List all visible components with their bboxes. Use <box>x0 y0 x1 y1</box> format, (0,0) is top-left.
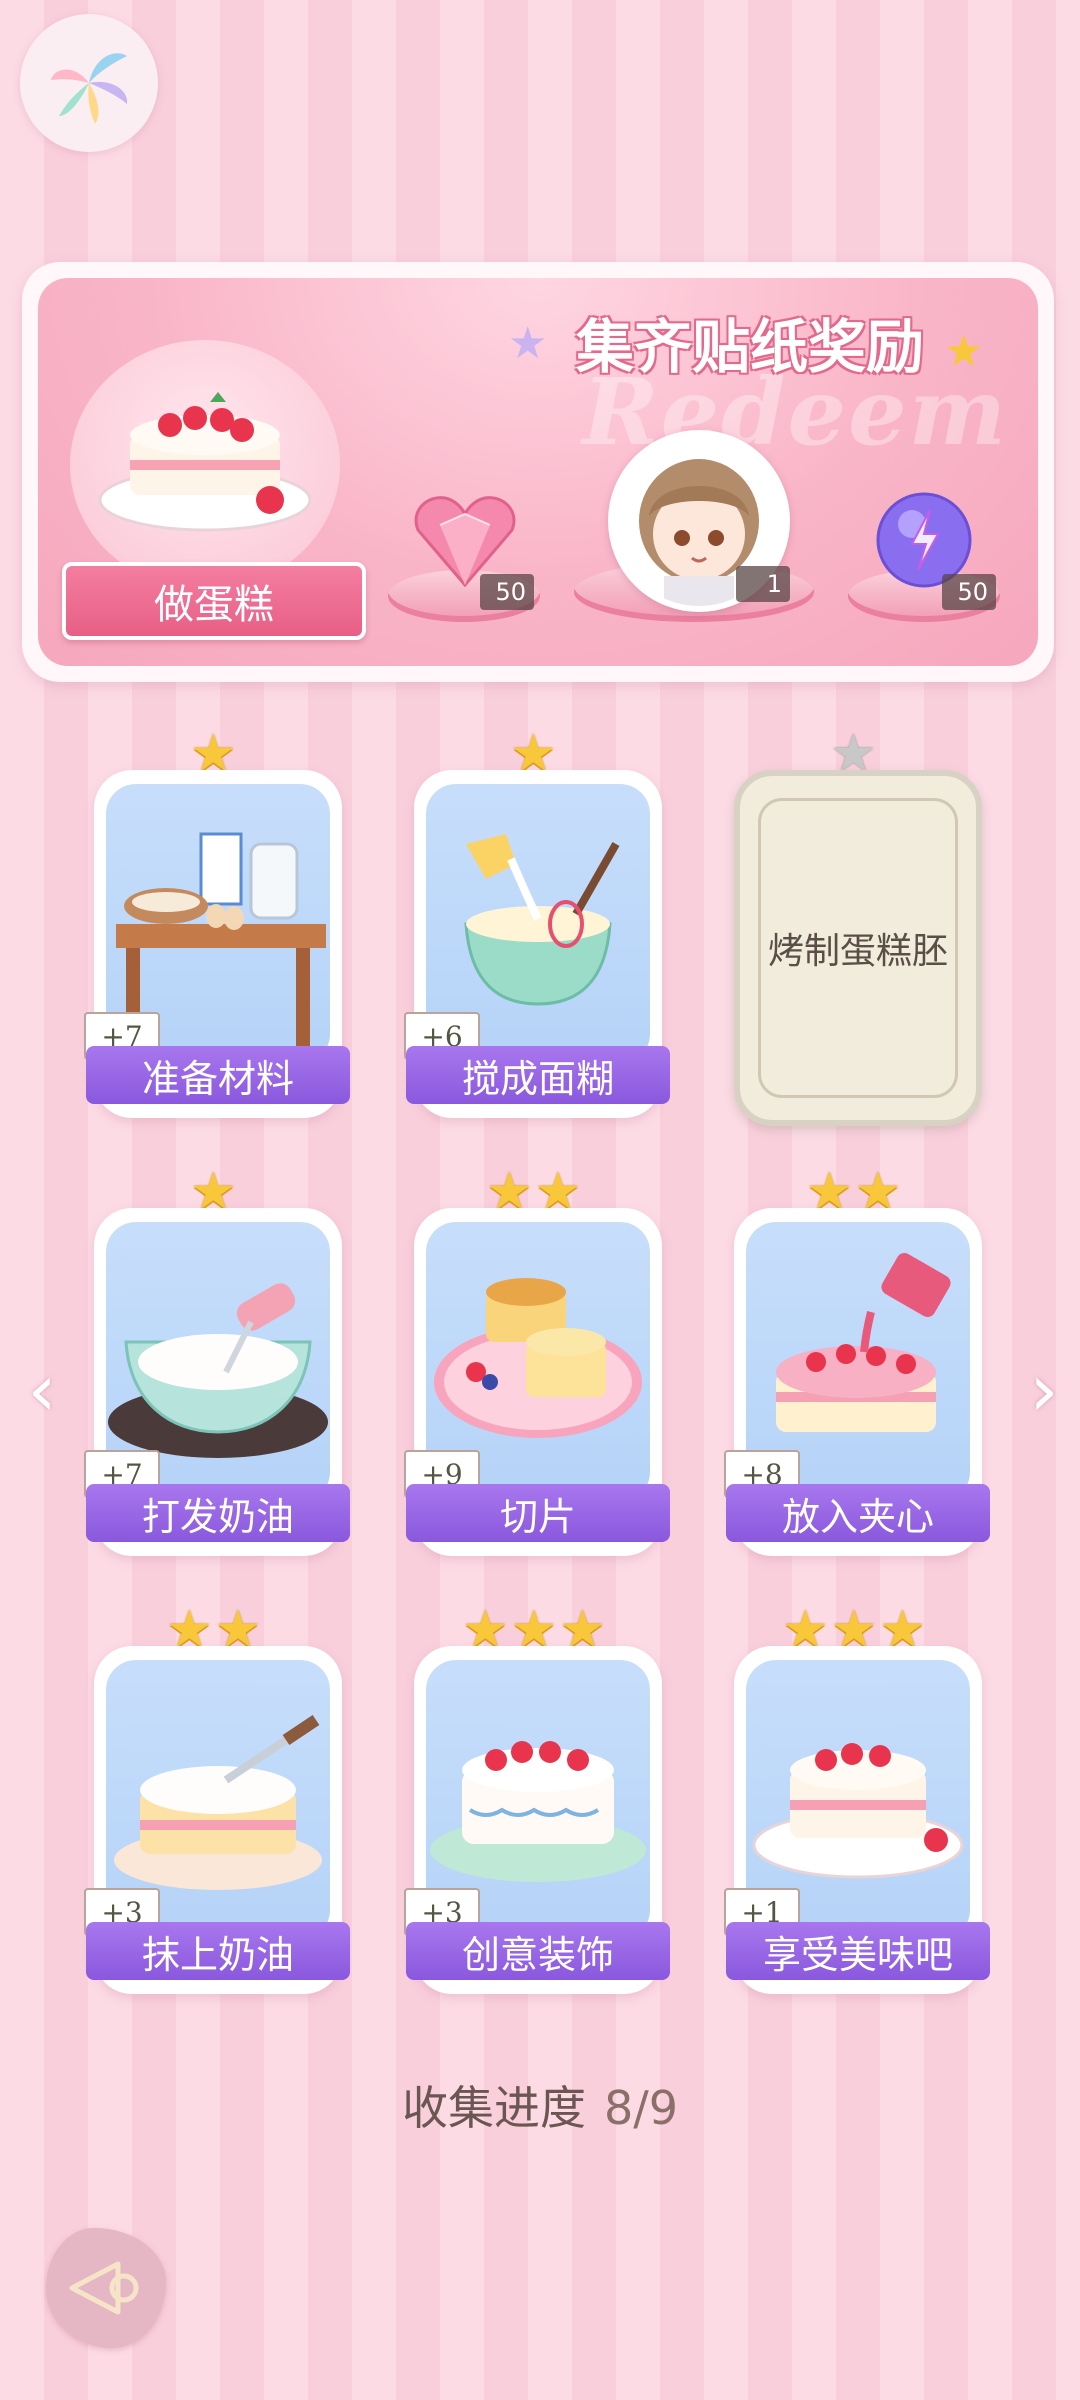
card-label: 抹上奶油 <box>86 1922 350 1980</box>
reward-count: 50 <box>942 574 996 610</box>
locked-card-label: 烤制蛋糕胚 <box>767 931 948 972</box>
card-label: 放入夹心 <box>726 1484 990 1542</box>
sticker-card[interactable]: +6 搅成面糊 <box>404 770 670 1118</box>
back-button[interactable] <box>46 2228 166 2348</box>
progress-label: 收集进度 <box>401 2081 586 2135</box>
sticker-card[interactable]: +8 放入夹心 <box>724 1208 990 1556</box>
pinwheel-logo-icon <box>51 53 128 124</box>
sticker-card[interactable]: +9 切片 <box>404 1208 670 1556</box>
strawberry-cake-icon <box>98 392 312 532</box>
reward-count: 1 <box>736 566 790 602</box>
banner-title: 集齐贴纸奖励 <box>575 313 924 381</box>
sticker-card[interactable]: +3 创意装饰 <box>404 1646 670 1994</box>
star-decoration-icon: ★ <box>944 326 984 377</box>
prev-page-chevron-icon[interactable]: ‹ <box>22 1348 62 1432</box>
cake-preview <box>70 340 340 590</box>
back-arrow-icon <box>69 2261 139 2315</box>
card-label: 准备材料 <box>86 1046 350 1104</box>
make-cake-label: 做蛋糕 <box>62 562 366 640</box>
progress-value: 8/9 <box>603 2081 679 2135</box>
reward-count: 50 <box>480 574 534 610</box>
locked-sticker-card[interactable]: 烤制蛋糕胚 <box>734 770 982 1126</box>
card-label: 搅成面糊 <box>406 1046 670 1104</box>
card-label: 切片 <box>406 1484 670 1542</box>
app-logo-button[interactable] <box>20 14 158 152</box>
star-decoration-icon: ★ <box>508 318 548 369</box>
sticker-card[interactable]: +7 打发奶油 <box>84 1208 350 1556</box>
card-label: 打发奶油 <box>86 1484 350 1542</box>
collection-progress: 收集进度 8/9 <box>0 2072 1080 2138</box>
sticker-card[interactable]: +3 抹上奶油 <box>84 1646 350 1994</box>
next-page-chevron-icon[interactable]: › <box>1024 1348 1064 1432</box>
sticker-card[interactable]: +1 享受美味吧 <box>724 1646 990 1994</box>
card-label: 创意装饰 <box>406 1922 670 1980</box>
sticker-card[interactable]: +7 准备材料 <box>84 770 350 1118</box>
card-label: 享受美味吧 <box>726 1922 990 1980</box>
